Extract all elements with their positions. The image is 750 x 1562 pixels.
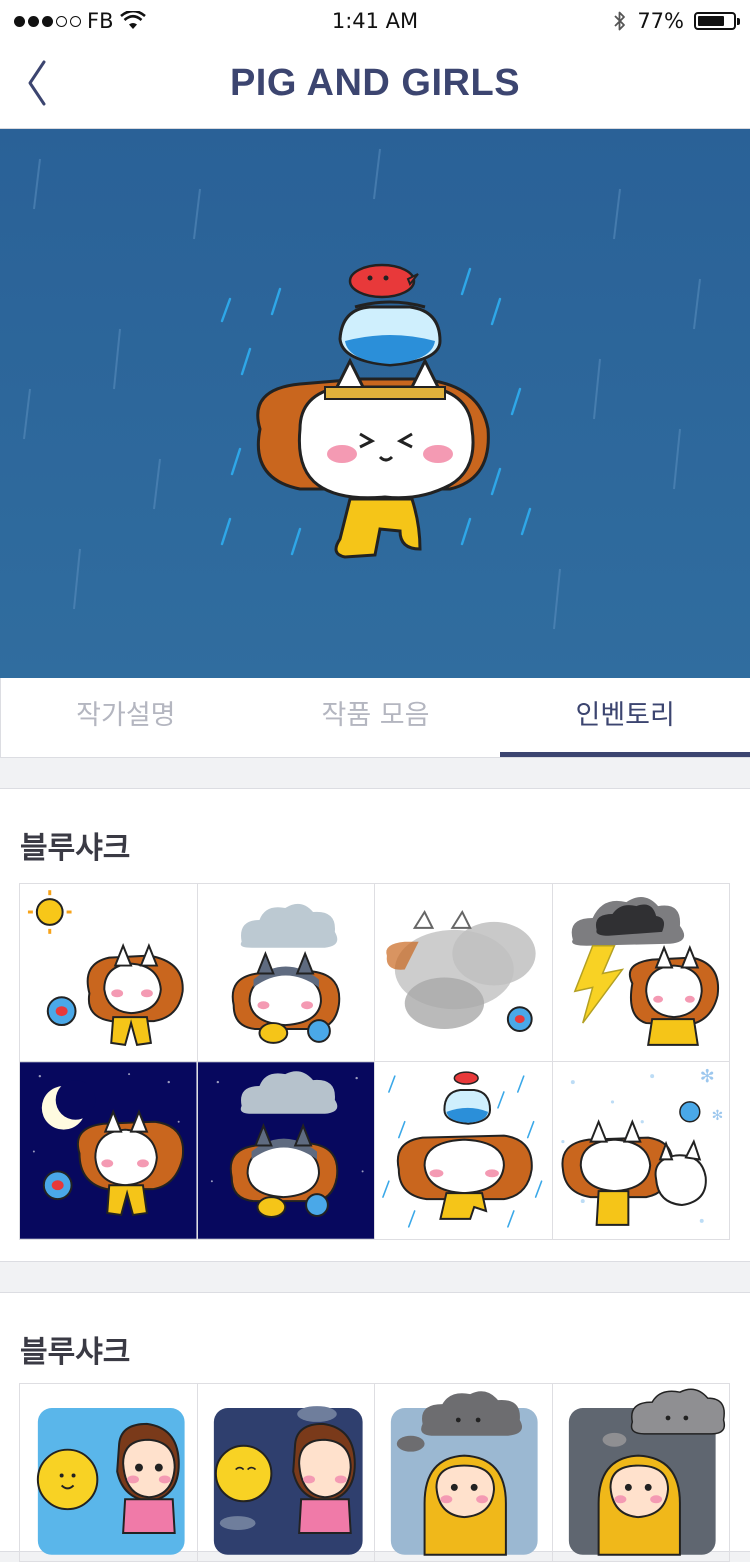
- sticker-grid: [19, 1383, 730, 1562]
- tab-inventory[interactable]: 인벤토리: [500, 678, 750, 757]
- tab-bar: 작가설명 작품 모음 인벤토리: [0, 678, 750, 758]
- sticker-gloomy-girl[interactable]: [552, 1384, 730, 1562]
- battery-percent: 77%: [637, 9, 684, 33]
- battery-icon: [694, 12, 740, 30]
- svg-text:✻: ✻: [699, 1066, 714, 1087]
- page-title: PIG AND GIRLS: [229, 62, 521, 104]
- tab-artist-info[interactable]: 작가설명: [1, 678, 251, 757]
- sticker-raincloud-girl[interactable]: [375, 1384, 553, 1562]
- navigation-bar: PIG AND GIRLS: [0, 42, 750, 129]
- sticker-set-card: 블루샤크: [0, 1292, 750, 1562]
- hero-artwork: [0, 129, 750, 678]
- sticker-rain-fishbowl-cat[interactable]: [375, 1062, 553, 1240]
- sticker-night-girl[interactable]: [197, 1384, 375, 1562]
- sticker-storm-cat[interactable]: [552, 884, 730, 1062]
- sticker-fog-cat[interactable]: [375, 884, 553, 1062]
- sticker-sun-girl[interactable]: [20, 1384, 198, 1562]
- bluetooth-icon: [614, 11, 626, 31]
- sticker-snow-cats[interactable]: ✻ ✻: [552, 1062, 730, 1240]
- status-right: 77%: [613, 9, 740, 33]
- sticker-set-title: 블루샤크: [20, 1335, 131, 1370]
- status-bar: FB 1:41 AM 77%: [0, 0, 750, 42]
- tab-works-collection[interactable]: 작품 모음: [251, 678, 501, 757]
- sticker-moon-cat[interactable]: [20, 1062, 198, 1240]
- sticker-set-title: 블루샤크: [20, 831, 131, 866]
- svg-text:✻: ✻: [711, 1108, 723, 1124]
- sticker-night-cloud-cat[interactable]: [197, 1062, 375, 1240]
- sticker-grid: ✻ ✻: [19, 883, 730, 1240]
- sticker-sun-cat[interactable]: [20, 884, 198, 1062]
- sticker-set-card: 블루샤크: [0, 788, 750, 1262]
- sticker-cloud-cat[interactable]: [197, 884, 375, 1062]
- rain-cat-illustration: [0, 129, 750, 678]
